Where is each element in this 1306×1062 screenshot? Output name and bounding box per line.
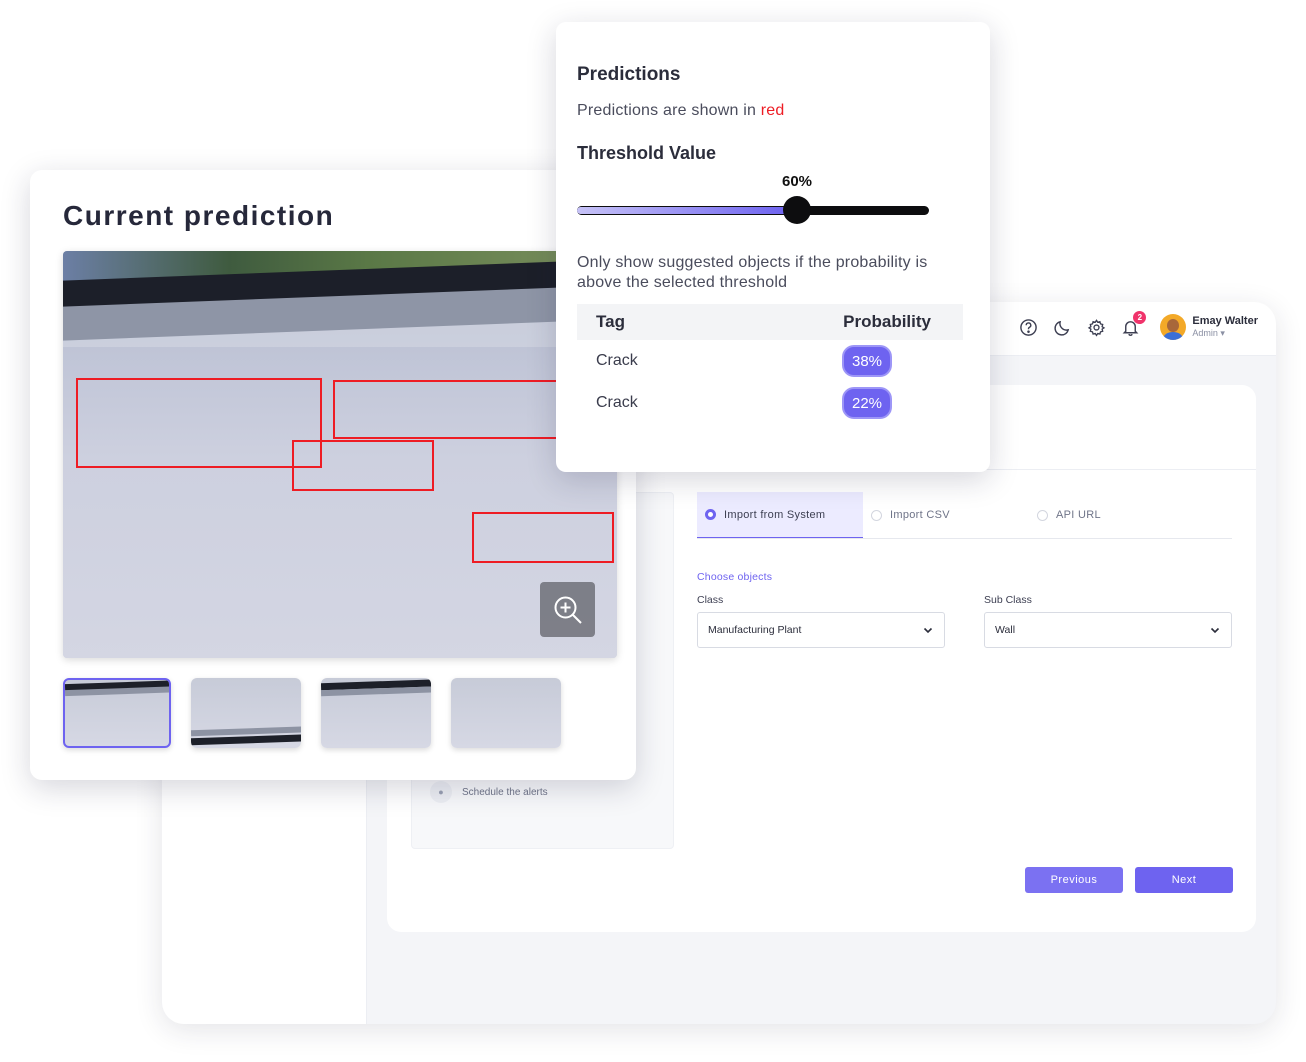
avatar (1160, 314, 1187, 340)
class-select[interactable]: Manufacturing Plant (697, 612, 945, 648)
thumbnail[interactable] (321, 678, 431, 748)
prediction-bbox (292, 440, 434, 491)
chevron-down-icon: ▾ (1220, 328, 1225, 338)
prediction-image (63, 251, 617, 658)
thumbnail[interactable] (451, 678, 561, 748)
topbar-icons: 2 Emay Walter Admin ▾ (1018, 311, 1258, 340)
step-schedule-alerts[interactable]: ● Schedule the alerts (430, 781, 548, 803)
table-header: Tag Probability (577, 304, 963, 340)
predictions-subtitle: Predictions are shown in red (577, 102, 785, 120)
threshold-description: Only show suggested objects if the proba… (577, 254, 928, 291)
column-header-probability: Probability (843, 312, 931, 331)
previous-button[interactable]: Previous (1025, 867, 1123, 893)
tab-api-url[interactable]: API URL (1029, 492, 1195, 538)
help-icon[interactable] (1018, 317, 1038, 337)
bell-icon[interactable]: 2 (1120, 311, 1147, 337)
moon-icon[interactable] (1052, 317, 1072, 337)
current-prediction-card: Current prediction (30, 170, 636, 780)
class-label: Class (697, 594, 724, 606)
user-role: Admin ▾ (1192, 327, 1258, 339)
tab-import-csv[interactable]: Import CSV (863, 492, 1029, 538)
step-label: Schedule the alerts (462, 786, 548, 798)
next-button[interactable]: Next (1135, 867, 1233, 893)
subtitle-text: Predictions are shown in (577, 102, 761, 119)
zoom-in-icon (554, 596, 582, 624)
prediction-bbox (472, 512, 614, 563)
predictions-panel: Predictions Predictions are shown in red… (556, 22, 990, 472)
choose-objects-label: Choose objects (697, 571, 773, 583)
card-title: Current prediction (63, 200, 335, 231)
tab-import-from-system[interactable]: Import from System (697, 492, 863, 538)
probability-badge: 38% (842, 345, 892, 377)
threshold-title: Threshold Value (577, 143, 717, 163)
chevron-down-icon (923, 627, 933, 634)
subtitle-highlight: red (760, 102, 785, 119)
thumbnail[interactable] (191, 678, 301, 748)
class-value: Manufacturing Plant (708, 624, 802, 636)
user-menu[interactable]: Emay Walter Admin ▾ (1160, 314, 1258, 340)
threshold-slider-fill (577, 207, 788, 214)
subclass-label: Sub Class (984, 594, 1032, 606)
threshold-value: 60% (782, 173, 813, 190)
tab-label: Import CSV (890, 509, 950, 521)
table-row[interactable]: Crack 38% (577, 340, 963, 382)
column-header-tag: Tag (596, 312, 625, 331)
radio-icon (705, 509, 716, 520)
clock-icon: ● (430, 781, 452, 803)
user-info: Emay Walter Admin ▾ (1192, 315, 1258, 339)
stage: 2 Emay Walter Admin ▾ ● Schedule the ale… (0, 0, 1306, 1062)
tab-label: Import from System (724, 508, 826, 521)
subclass-value: Wall (995, 624, 1016, 636)
tab-label: API URL (1056, 509, 1101, 521)
notification-badge: 2 (1133, 311, 1147, 324)
table-row[interactable]: Crack 22% (577, 382, 963, 424)
gear-icon[interactable] (1086, 317, 1106, 337)
user-role-text: Admin (1192, 328, 1218, 338)
radio-icon (871, 509, 882, 521)
subclass-select[interactable]: Wall (984, 612, 1232, 648)
user-name: Emay Walter (1192, 315, 1258, 327)
chevron-down-icon (1210, 627, 1220, 634)
predictions-title: Predictions (577, 64, 681, 85)
prediction-bbox (76, 378, 322, 468)
tag-cell: Crack (596, 352, 638, 369)
import-source-tabs: Import from System Import CSV API URL (697, 492, 1232, 539)
thumbnail-strip (63, 678, 561, 748)
thumbnail[interactable] (63, 678, 171, 748)
probability-table: Tag Probability Crack 38% Crack 22% (577, 304, 963, 424)
radio-icon (1037, 509, 1048, 521)
probability-badge: 22% (842, 387, 892, 419)
tag-cell: Crack (596, 394, 638, 411)
zoom-in-button[interactable] (540, 582, 595, 637)
threshold-slider-handle[interactable] (783, 196, 811, 224)
